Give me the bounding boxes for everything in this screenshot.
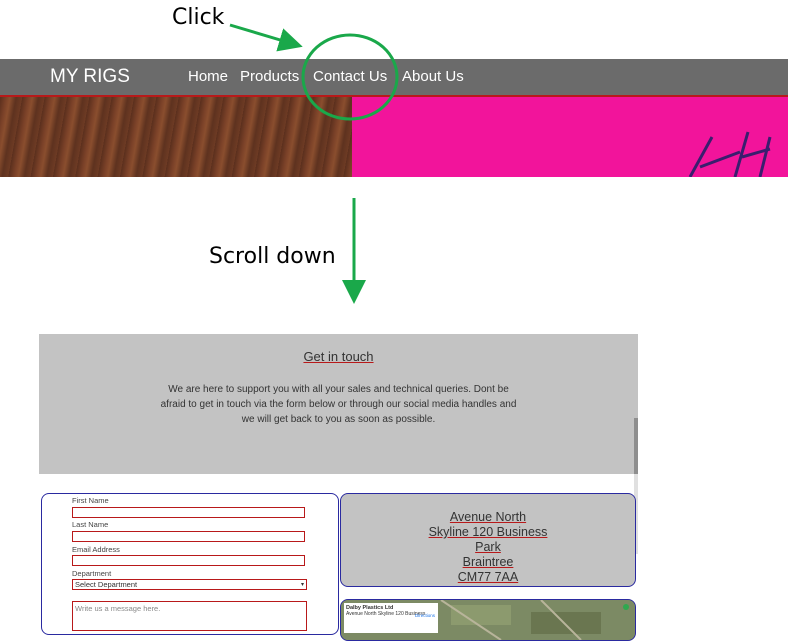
message-textarea[interactable]: Write us a message here. bbox=[72, 601, 307, 631]
first-name-label: First Name bbox=[72, 496, 109, 505]
address-line[interactable]: Skyline 120 Business bbox=[341, 525, 635, 539]
address-panel: Avenue North Skyline 120 Business Park B… bbox=[340, 493, 636, 587]
first-name-input[interactable] bbox=[72, 507, 305, 518]
contact-header: Get in touch We are here to support you … bbox=[39, 334, 638, 474]
contact-form: First Name Last Name Email Address Depar… bbox=[41, 493, 339, 635]
nav-link-contact-us[interactable]: Contact Us bbox=[313, 68, 387, 85]
scrollbar-thumb[interactable] bbox=[634, 418, 638, 474]
last-name-label: Last Name bbox=[72, 520, 109, 529]
click-arrow-icon bbox=[229, 23, 303, 52]
last-name-input[interactable] bbox=[72, 531, 305, 542]
map-directions-link[interactable]: Directions bbox=[415, 613, 435, 618]
email-input[interactable] bbox=[72, 555, 305, 566]
department-select-value: Select Department bbox=[75, 580, 138, 589]
scroll-annotation-label: Scroll down bbox=[209, 244, 336, 269]
hero-banner bbox=[0, 97, 788, 177]
message-placeholder: Write us a message here. bbox=[75, 604, 161, 613]
department-label: Department bbox=[72, 569, 112, 578]
contact-description: We are here to support you with all your… bbox=[160, 384, 517, 425]
chevron-down-icon: ▾ bbox=[300, 582, 304, 588]
email-label: Email Address bbox=[72, 545, 120, 554]
department-select[interactable]: Select Department ▾ bbox=[72, 579, 307, 590]
hero-marker-scribble bbox=[688, 131, 772, 177]
address-line[interactable]: Braintree bbox=[341, 555, 635, 569]
address-line[interactable]: CM77 7AA bbox=[341, 570, 635, 584]
click-annotation-label: Click bbox=[172, 5, 225, 30]
map-info-card: Dalby Plastics Ltd Avenue North Skyline … bbox=[344, 603, 438, 633]
map-pin-icon bbox=[623, 604, 629, 610]
map-embed[interactable]: Dalby Plastics Ltd Avenue North Skyline … bbox=[340, 599, 636, 641]
brand-logo[interactable]: MY RIGS bbox=[50, 66, 130, 88]
nav-link-about-us[interactable]: About Us bbox=[402, 68, 464, 85]
address-line[interactable]: Avenue North bbox=[341, 510, 635, 524]
navbar: MY RIGS Home Products Contact Us About U… bbox=[0, 59, 788, 97]
nav-link-home[interactable]: Home bbox=[188, 68, 228, 85]
contact-title: Get in touch bbox=[303, 349, 374, 364]
nav-link-products[interactable]: Products bbox=[240, 68, 299, 85]
address-line[interactable]: Park bbox=[341, 540, 635, 554]
